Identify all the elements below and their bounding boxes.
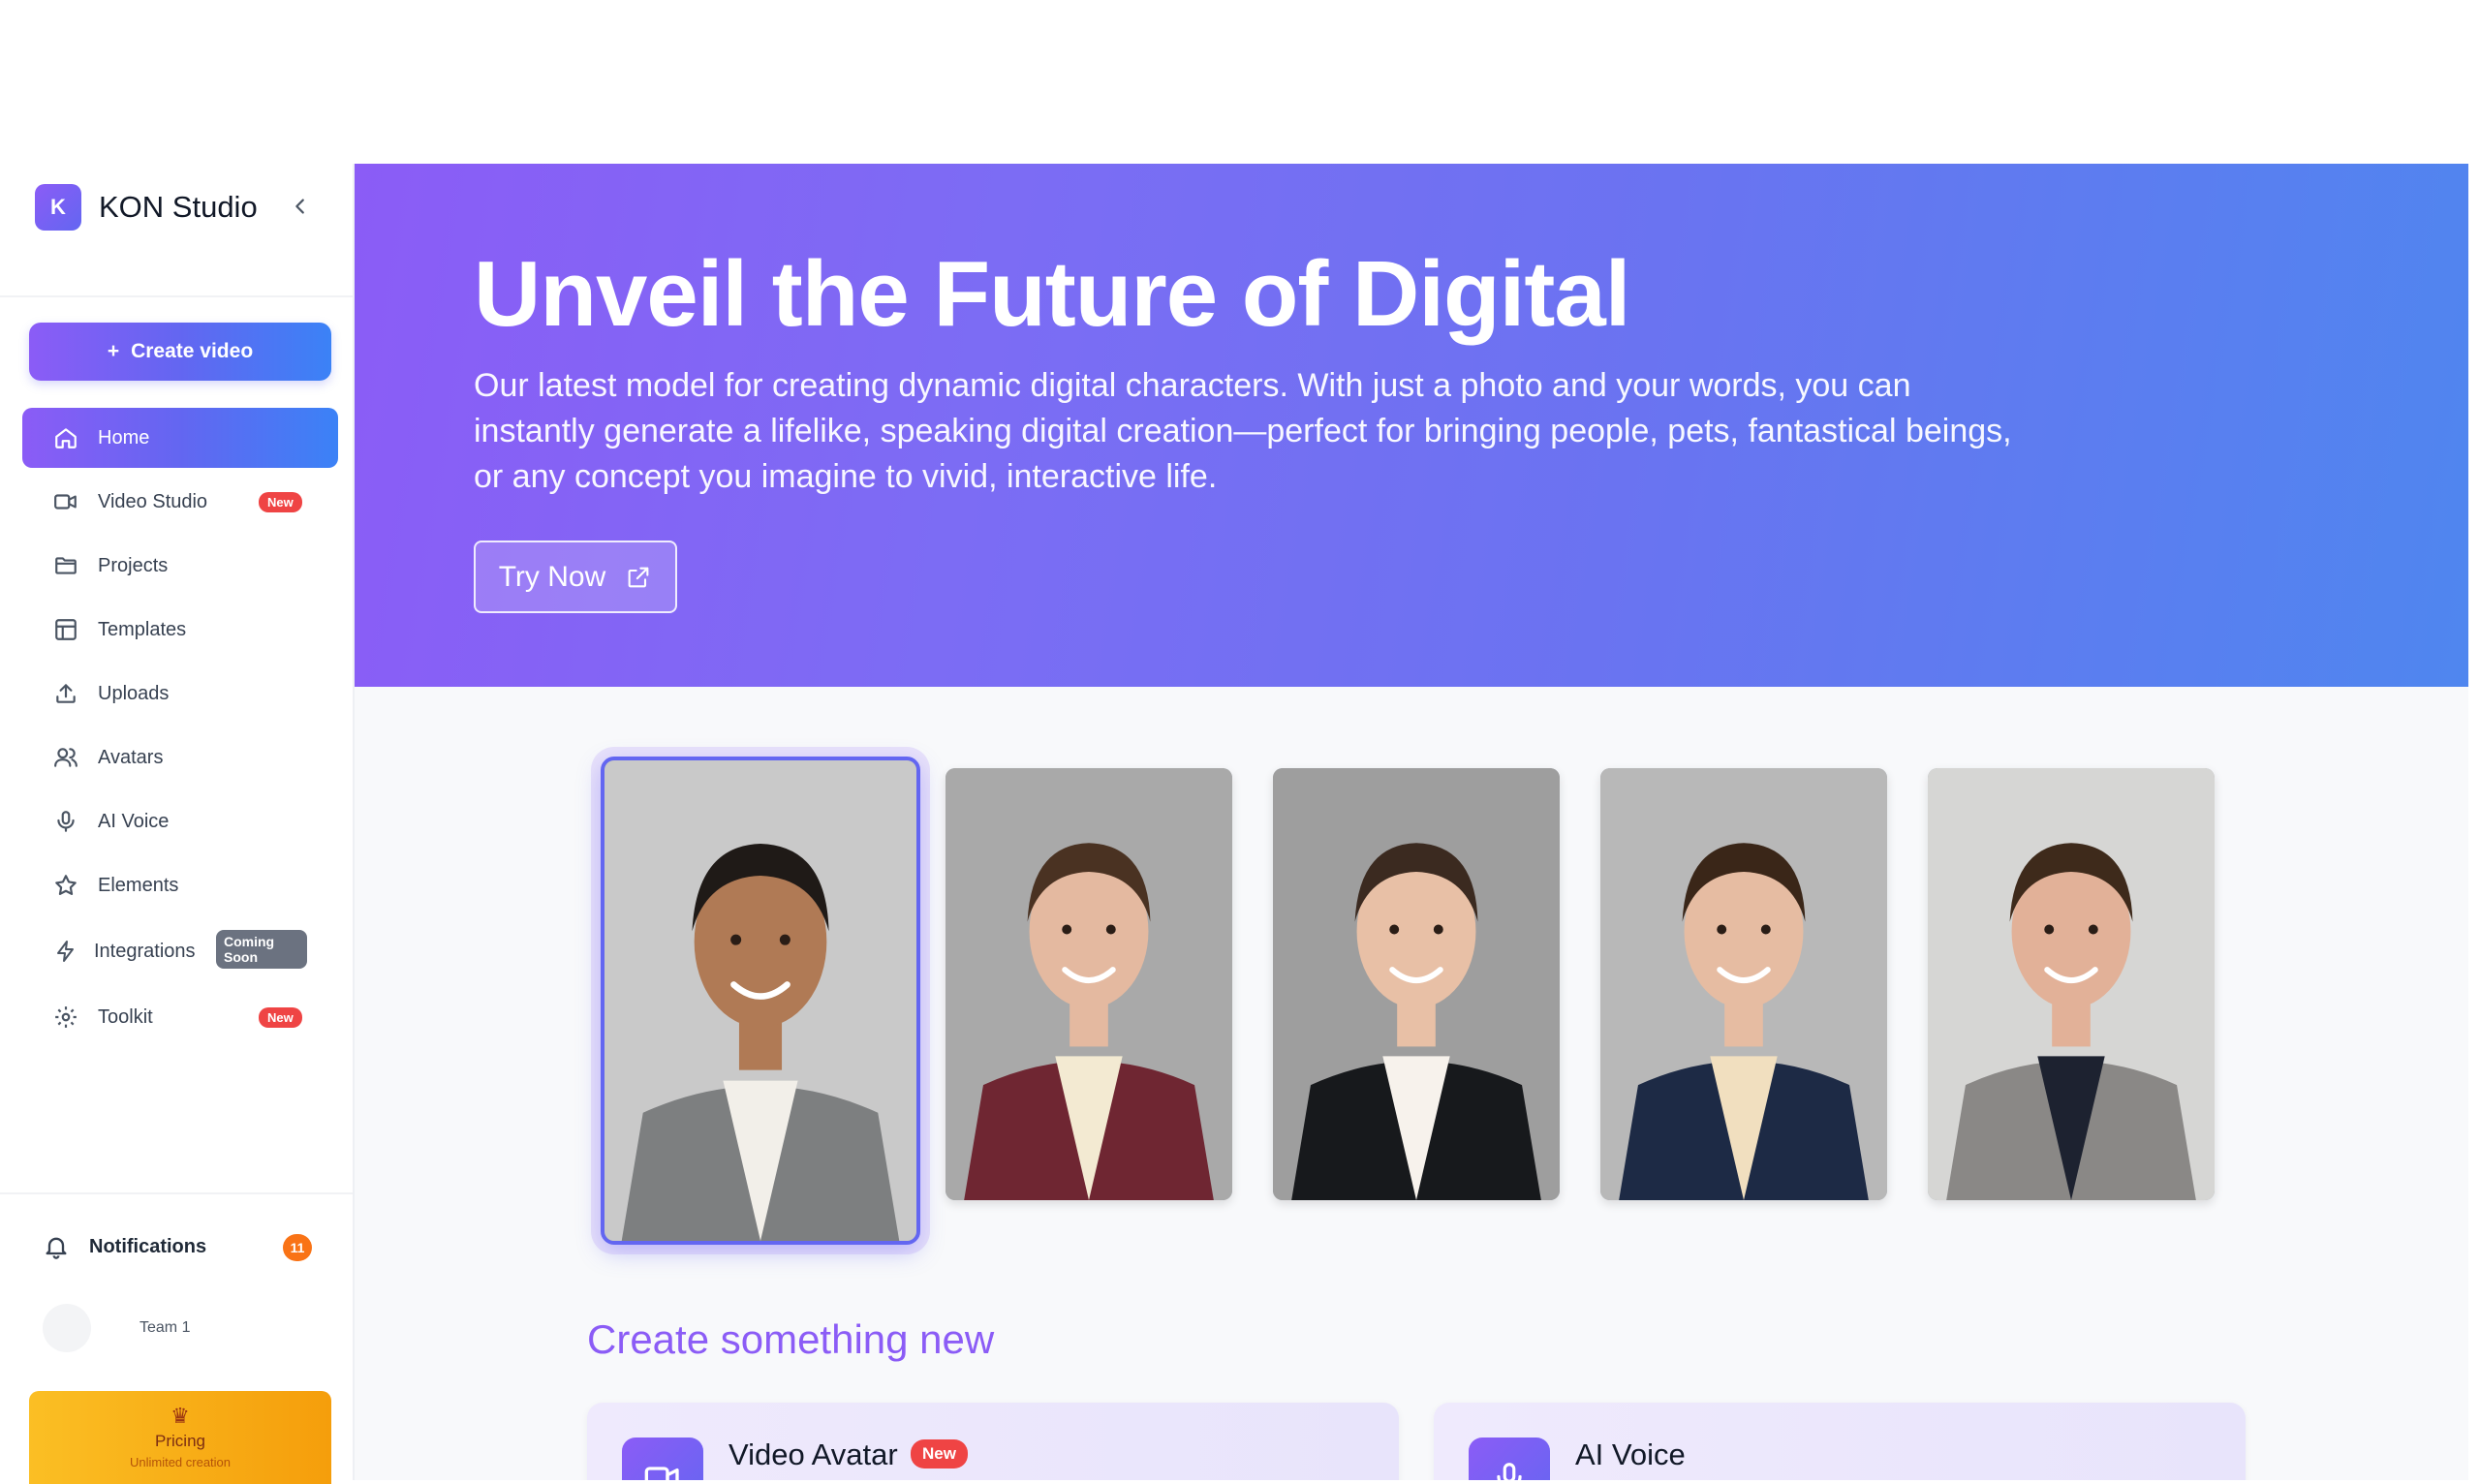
new-badge: New xyxy=(259,492,302,512)
sidebar-item-ai-voice[interactable]: AI Voice xyxy=(22,791,338,851)
trophy-icon: ♛ xyxy=(170,1404,190,1428)
pricing-button[interactable]: ♛ Pricing Unlimited creation xyxy=(29,1391,331,1484)
layout-icon xyxy=(51,615,80,644)
users-icon xyxy=(51,743,80,772)
top-bar xyxy=(0,0,2480,164)
portrait-image xyxy=(946,768,1232,1200)
sidebar-item-video-studio[interactable]: Video Studio New xyxy=(22,472,338,532)
brand-logo: K xyxy=(35,184,81,231)
pricing-label: Pricing xyxy=(155,1432,205,1450)
sidebar-item-label: Toolkit xyxy=(98,1005,153,1028)
video-avatar-card[interactable]: Video Avatar New xyxy=(587,1403,1399,1480)
coming-soon-line-2: Soon xyxy=(224,949,258,965)
sidebar-item-label: Uploads xyxy=(98,682,170,704)
new-badge: New xyxy=(911,1439,968,1469)
divider xyxy=(0,1192,353,1194)
brand[interactable]: K KON Studio xyxy=(35,183,258,232)
notification-count-badge: 11 xyxy=(283,1234,312,1261)
sidebar-item-integrations[interactable]: Integrations Coming Soon xyxy=(22,919,338,983)
chevron-left-icon xyxy=(295,199,304,214)
sidebar-item-label: Video Studio xyxy=(98,490,208,512)
team-switcher[interactable]: Team 1 xyxy=(43,1304,324,1352)
sidebar-item-label: Integrations xyxy=(94,940,196,962)
sidebar-item-uploads[interactable]: Uploads xyxy=(22,664,338,724)
upload-icon xyxy=(51,679,80,708)
gear-icon xyxy=(51,1003,80,1032)
bolt-icon xyxy=(51,937,80,966)
portrait-image xyxy=(604,760,916,1241)
folder-icon xyxy=(51,551,80,580)
portrait-image xyxy=(1273,768,1560,1200)
portrait-image xyxy=(1600,768,1887,1200)
try-now-label: Try Now xyxy=(498,560,606,593)
notifications-label: Notifications xyxy=(89,1235,207,1257)
brand-name: KON Studio xyxy=(99,190,258,224)
team-name: Team 1 xyxy=(140,1319,191,1336)
microphone-icon xyxy=(51,807,80,836)
sidebar-item-avatars[interactable]: Avatars xyxy=(22,727,338,788)
sidebar-item-label: Projects xyxy=(98,554,169,576)
notifications-button[interactable]: Notifications 11 xyxy=(43,1227,324,1266)
avatar-card[interactable] xyxy=(1928,768,2215,1200)
video-camera-icon xyxy=(51,487,80,516)
sidebar-item-home[interactable]: Home xyxy=(22,408,338,468)
sidebar-item-label: Avatars xyxy=(98,746,164,768)
feature-title: Video Avatar xyxy=(728,1438,898,1471)
collapse-sidebar-button[interactable] xyxy=(283,189,318,224)
portrait-image xyxy=(1928,768,2215,1200)
star-icon xyxy=(51,871,80,900)
avatar-card[interactable] xyxy=(946,768,1232,1200)
sidebar-item-toolkit[interactable]: Toolkit New xyxy=(22,987,338,1047)
sidebar-item-templates[interactable]: Templates xyxy=(22,600,338,660)
ai-voice-card[interactable]: AI Voice xyxy=(1434,1403,2246,1480)
microphone-icon xyxy=(1469,1438,1550,1480)
sidebar-item-label: Elements xyxy=(98,874,179,896)
coming-soon-line-1: Coming xyxy=(224,934,275,949)
create-video-button[interactable]: + Create video xyxy=(29,323,331,381)
avatar-card[interactable] xyxy=(1273,768,1560,1200)
avatar-card[interactable] xyxy=(1600,768,1887,1200)
sidebar-item-projects[interactable]: Projects xyxy=(22,536,338,596)
avatar xyxy=(43,1304,91,1352)
try-now-button[interactable]: Try Now xyxy=(474,541,677,613)
hero-description: Our latest model for creating dynamic di… xyxy=(474,367,2012,495)
new-badge: New xyxy=(259,1007,302,1028)
sidebar-item-label: AI Voice xyxy=(98,810,170,832)
feature-title: AI Voice xyxy=(1575,1438,1686,1471)
create-video-label: Create video xyxy=(131,340,254,362)
scrollbar-gutter xyxy=(2468,164,2480,1480)
sidebar-item-label: Home xyxy=(98,426,150,448)
bell-icon xyxy=(46,1237,67,1259)
hero-banner: Unveil the Future of Digital Our latest … xyxy=(355,164,2468,687)
pricing-subtitle: Unlimited creation xyxy=(129,1455,232,1469)
avatar-card[interactable] xyxy=(601,757,920,1245)
home-icon xyxy=(51,423,80,452)
plus-icon: + xyxy=(107,340,120,362)
hero-title: Unveil the Future of Digital xyxy=(474,242,1630,346)
video-camera-icon xyxy=(622,1438,703,1480)
sidebar-item-label: Templates xyxy=(98,618,187,640)
external-link-icon xyxy=(628,567,649,587)
sidebar-nav: Home Video Studio New Projects Templates xyxy=(22,408,338,1051)
main-content: Unveil the Future of Digital Our latest … xyxy=(355,164,2468,1480)
coming-soon-badge: Coming Soon xyxy=(216,930,307,969)
sidebar: K KON Studio + Create video Home Video S… xyxy=(0,164,355,1484)
section-title: Create something new xyxy=(587,1316,995,1362)
sidebar-item-elements[interactable]: Elements xyxy=(22,855,338,915)
divider xyxy=(0,295,353,297)
